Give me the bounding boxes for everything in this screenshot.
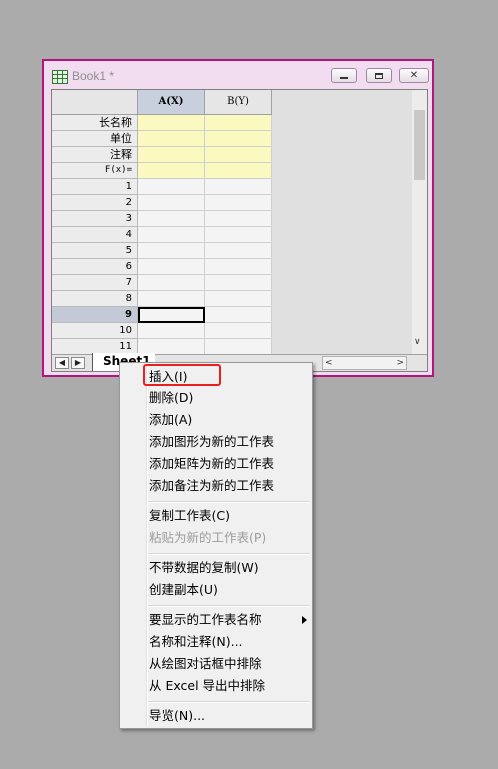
chevron-left-icon: ◀ [58, 358, 66, 367]
data-cell[interactable] [205, 195, 272, 211]
context-menu: 插入(I) 删除(D) 添加(A) 添加图形为新的工作表 添加矩阵为新的工作表 … [119, 362, 313, 729]
data-cell[interactable] [138, 243, 205, 259]
row-label[interactable]: 1 [52, 179, 138, 195]
data-cell[interactable] [138, 211, 205, 227]
menu-item-name-and-comments[interactable]: 名称和注释(N)... [149, 632, 243, 652]
data-cell[interactable] [205, 243, 272, 259]
menu-item-exclude-from-plot-dialog[interactable]: 从绘图对话框中排除 [149, 654, 262, 674]
menu-separator [148, 501, 310, 503]
menu-item-add-note-sheet[interactable]: 添加备注为新的工作表 [149, 476, 274, 496]
data-cell[interactable] [138, 339, 205, 354]
data-cell[interactable] [205, 179, 272, 195]
row-label[interactable]: 8 [52, 291, 138, 307]
menu-item-duplicate-sheet[interactable]: 复制工作表(C) [149, 506, 230, 526]
data-cell[interactable] [205, 259, 272, 275]
chevron-right-icon: ▶ [74, 358, 82, 367]
meta-cell[interactable] [138, 115, 205, 131]
menu-item-add-graph-sheet[interactable]: 添加图形为新的工作表 [149, 432, 274, 452]
minimize-icon [340, 76, 348, 79]
meta-cell[interactable] [138, 131, 205, 147]
worksheet-icon [52, 70, 68, 84]
data-cell[interactable] [205, 227, 272, 243]
menu-item-browse[interactable]: 导览(N)... [149, 706, 205, 726]
data-cell[interactable] [138, 227, 205, 243]
data-cell[interactable] [138, 291, 205, 307]
menu-item-copy-without-data[interactable]: 不带数据的复制(W) [149, 558, 259, 578]
worksheet-grid: A(X) B(Y) 长名称 单位 注释 F(x)= 1 2 3 4 5 6 7 … [52, 90, 412, 354]
data-cell[interactable] [138, 195, 205, 211]
highlight-box [143, 364, 221, 386]
restore-icon [375, 72, 383, 79]
scroll-left-icon[interactable]: < [325, 357, 333, 369]
row-label[interactable]: 4 [52, 227, 138, 243]
row-label-long-name[interactable]: 长名称 [52, 115, 138, 131]
meta-cell[interactable] [205, 131, 272, 147]
row-label-fx[interactable]: F(x)= [52, 163, 138, 179]
title-bar[interactable]: Book1 * ✕ [44, 61, 432, 89]
row-label[interactable]: 7 [52, 275, 138, 291]
row-label-units[interactable]: 单位 [52, 131, 138, 147]
menu-item-delete[interactable]: 删除(D) [149, 388, 193, 408]
grid-corner[interactable] [52, 90, 138, 115]
data-cell[interactable] [205, 323, 272, 339]
next-sheet-button[interactable]: ▶ [71, 357, 85, 369]
worksheet-client: A(X) B(Y) 长名称 单位 注释 F(x)= 1 2 3 4 5 6 7 … [51, 89, 428, 372]
menu-item-sheet-name-display[interactable]: 要显示的工作表名称 [149, 610, 262, 630]
row-label[interactable]: 3 [52, 211, 138, 227]
data-cell[interactable] [138, 179, 205, 195]
vertical-scroll-thumb[interactable] [414, 110, 425, 180]
scroll-down-icon[interactable]: ∨ [414, 337, 421, 347]
menu-item-add[interactable]: 添加(A) [149, 410, 192, 430]
menu-item-exclude-from-excel-export[interactable]: 从 Excel 导出中排除 [149, 676, 265, 696]
workbook-window: Book1 * ✕ A(X) B(Y) 长名称 单位 注释 F(x)= 1 2 [42, 59, 434, 377]
scroll-right-icon[interactable]: > [396, 357, 404, 369]
meta-cell[interactable] [138, 147, 205, 163]
menu-separator [148, 553, 310, 555]
meta-cell[interactable] [205, 163, 272, 179]
close-icon: ✕ [409, 69, 419, 81]
row-label[interactable]: 6 [52, 259, 138, 275]
menu-separator [148, 701, 310, 703]
data-cell[interactable] [138, 259, 205, 275]
vertical-scrollbar[interactable]: ∨ [412, 90, 427, 354]
menu-gutter [146, 365, 148, 726]
menu-item-create-copy[interactable]: 创建副本(U) [149, 580, 218, 600]
row-label[interactable]: 11 [52, 339, 138, 354]
prev-sheet-button[interactable]: ◀ [55, 357, 69, 369]
data-cell[interactable] [205, 307, 272, 323]
row-label-comments[interactable]: 注释 [52, 147, 138, 163]
row-label[interactable]: 5 [52, 243, 138, 259]
data-cell[interactable] [138, 275, 205, 291]
menu-item-paste-as-new-sheet: 粘贴为新的工作表(P) [149, 530, 267, 545]
data-cell[interactable] [205, 339, 272, 354]
data-cell[interactable] [205, 275, 272, 291]
data-cell[interactable] [205, 291, 272, 307]
row-label[interactable]: 2 [52, 195, 138, 211]
data-cell[interactable] [205, 211, 272, 227]
column-header-b[interactable]: B(Y) [205, 90, 272, 115]
menu-separator [148, 605, 310, 607]
meta-cell[interactable] [138, 163, 205, 179]
close-button[interactable]: ✕ [399, 68, 429, 83]
meta-cell[interactable] [205, 147, 272, 163]
submenu-arrow-icon [302, 616, 307, 624]
horizontal-scrollbar[interactable]: < > [322, 356, 407, 370]
window-title: Book1 * [72, 69, 115, 83]
row-label-selected[interactable]: 9 [52, 307, 138, 323]
row-label[interactable]: 10 [52, 323, 138, 339]
menu-item-add-matrix-sheet[interactable]: 添加矩阵为新的工作表 [149, 454, 274, 474]
meta-cell[interactable] [205, 115, 272, 131]
empty-area [272, 90, 412, 354]
minimize-button[interactable] [331, 68, 357, 83]
column-header-a[interactable]: A(X) [138, 90, 205, 115]
restore-button[interactable] [366, 68, 392, 83]
active-cell[interactable] [138, 307, 205, 323]
data-cell[interactable] [138, 323, 205, 339]
